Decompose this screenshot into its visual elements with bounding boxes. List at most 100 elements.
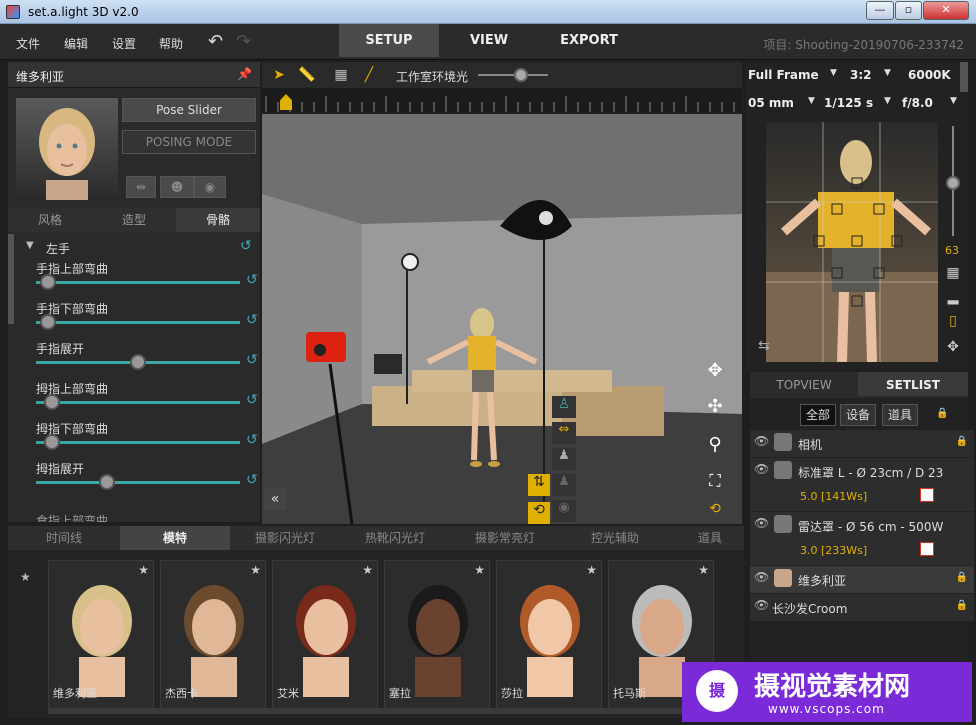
slider-knob[interactable] (130, 354, 146, 370)
favorite-star-icon[interactable]: ★ (250, 563, 261, 577)
3d-viewport[interactable]: ♙ ⇔ ♟ ♟ ◉ ⇅ ⟲ ✥ ✣ ⚲ ⛶ ⟲ « (262, 114, 742, 524)
rotate-icon[interactable]: ⟲ (528, 502, 550, 524)
power-value[interactable]: 3.0 [233Ws] (800, 544, 867, 557)
filter-equipment[interactable]: 设备 (840, 404, 876, 426)
pose-a-icon[interactable]: ☻ (160, 176, 194, 198)
mirror-pose-icon[interactable]: ⇹ (126, 176, 156, 198)
horizontal-scrollbar[interactable] (48, 708, 738, 714)
menu-file[interactable]: 文件 (16, 35, 40, 52)
slider-knob[interactable] (40, 314, 57, 330)
slider-knob[interactable] (44, 434, 61, 450)
filter-all[interactable]: 全部 (800, 404, 836, 426)
lock-icon[interactable]: 🔒 (956, 436, 968, 447)
pan-icon[interactable]: ✣ (704, 396, 726, 418)
favorite-star-icon[interactable]: ★ (138, 563, 149, 577)
dropdown-icon[interactable]: ▼ (884, 68, 891, 78)
model-card[interactable]: ★ 莎拉 (496, 560, 602, 710)
histogram-icon[interactable]: ▂ (942, 286, 964, 308)
dropdown-icon[interactable]: ▼ (830, 68, 837, 78)
tab-style[interactable]: 风格 (8, 208, 92, 232)
pose-b-icon[interactable]: ◉ (194, 176, 226, 198)
favorite-star-icon[interactable]: ★ (698, 563, 709, 577)
sensor-format[interactable]: Full Frame (748, 62, 819, 88)
grid-tool-icon[interactable]: ▦ (330, 64, 352, 86)
slider-track[interactable] (36, 481, 240, 484)
menu-edit[interactable]: 编辑 (64, 35, 88, 52)
favorite-star-icon[interactable]: ★ (362, 563, 373, 577)
dropdown-icon[interactable]: ▼ (884, 96, 891, 106)
tab-light-shapers[interactable]: 控光辅助 (560, 526, 670, 550)
minimize-button[interactable]: — (866, 1, 894, 20)
tab-studio-flash[interactable]: 摄影闪光灯 (230, 526, 340, 550)
slider-knob[interactable] (99, 474, 116, 490)
tab-setlist[interactable]: SETLIST (858, 372, 968, 396)
tab-export[interactable]: EXPORT (539, 24, 639, 57)
collapse-left-icon[interactable]: « (264, 488, 286, 510)
favorite-star-icon[interactable]: ★ (474, 563, 485, 577)
eye-icon[interactable]: 👁 (754, 434, 769, 448)
pin-icon[interactable]: 📌 (237, 67, 252, 81)
frame-ruler[interactable] (262, 88, 742, 112)
tab-view[interactable]: VIEW (439, 24, 539, 57)
reset-icon[interactable]: ↺ (240, 238, 252, 254)
power-value[interactable]: 5.0 [141Ws] (800, 490, 867, 503)
camera-view-icon[interactable]: ⟲ (704, 498, 726, 520)
aspect-ratio[interactable]: 3:2 (850, 62, 872, 88)
vertical-move-icon[interactable]: ⇅ (528, 474, 550, 496)
setlist-row-sofa[interactable]: 👁 长沙发Croom 🔒 (750, 594, 974, 622)
slider-track[interactable] (36, 401, 240, 404)
camera-move-icon[interactable]: ✥ (942, 336, 964, 358)
filter-props[interactable]: 道具 (882, 404, 918, 426)
scrollbar[interactable] (8, 234, 14, 324)
menu-settings[interactable]: 设置 (112, 35, 136, 52)
person-disabled-a-icon[interactable]: ♟ (552, 474, 576, 496)
favorites-star-icon[interactable]: ★ (20, 570, 31, 584)
select-tool-icon[interactable]: ➤ (268, 64, 290, 86)
slider-track[interactable] (36, 321, 240, 324)
fit-view-icon[interactable]: ⛶ (704, 470, 726, 492)
eye-icon[interactable]: 👁 (754, 570, 769, 584)
setlist-row-camera[interactable]: 👁 相机 🔒 (750, 430, 974, 458)
bone-slider-row[interactable]: 手指下部弯曲 ↺ (16, 300, 262, 340)
menu-help[interactable]: 帮助 (159, 35, 183, 52)
swap-icon[interactable]: ⇆ (758, 338, 770, 354)
reset-icon[interactable]: ↺ (246, 352, 258, 368)
person-disabled-b-icon[interactable]: ◉ (552, 500, 576, 522)
lock-icon[interactable]: 🔒 (936, 408, 948, 419)
bone-slider-row[interactable]: 拇指上部弯曲 ↺ (16, 380, 262, 420)
env-light-slider[interactable] (478, 74, 548, 76)
aperture[interactable]: f/8.0 (902, 90, 933, 116)
undo-icon[interactable]: ↶ (208, 31, 223, 52)
move-person-icon[interactable]: ♙ (552, 396, 576, 418)
disabled-icon[interactable] (920, 488, 934, 502)
line-tool-icon[interactable]: ╱ (358, 64, 380, 86)
tab-models[interactable]: 模特 (120, 526, 230, 550)
eye-icon[interactable]: 👁 (754, 598, 769, 612)
collapse-icon[interactable]: ▼ (26, 240, 34, 251)
posing-mode-button[interactable]: POSING MODE (122, 130, 256, 154)
scale-person-icon[interactable]: ⇔ (552, 422, 576, 444)
shutter-speed[interactable]: 1/125 s (824, 90, 873, 116)
reset-icon[interactable]: ↺ (246, 312, 258, 328)
tab-speedlight[interactable]: 热靴闪光灯 (340, 526, 450, 550)
measure-tool-icon[interactable]: 📏 (296, 64, 318, 86)
setlist-row-beauty-dish[interactable]: 👁 雷达罩 - Ø 56 cm - 500W 3.0 [233Ws] (750, 512, 974, 566)
bone-slider-row[interactable]: 手指展开 ↺ (16, 340, 262, 380)
disabled-icon[interactable] (920, 542, 934, 556)
slider-track[interactable] (36, 441, 240, 444)
zoom-icon[interactable]: ⚲ (704, 434, 726, 456)
tab-props[interactable]: 道具 (680, 526, 740, 550)
reset-icon[interactable]: ↺ (246, 392, 258, 408)
favorite-star-icon[interactable]: ★ (586, 563, 597, 577)
setlist-row-model[interactable]: 👁 维多利亚 🔒 (750, 566, 974, 594)
focal-length[interactable]: 05 mm (748, 90, 794, 116)
pose-slider-button[interactable]: Pose Slider (122, 98, 256, 122)
lock-icon[interactable]: 🔒 (956, 572, 968, 583)
scroll-handle[interactable] (960, 62, 968, 92)
exposure-knob[interactable] (946, 176, 960, 190)
dropdown-icon[interactable]: ▼ (950, 96, 957, 106)
camera-preview[interactable] (766, 122, 938, 362)
eye-icon[interactable]: 👁 (754, 516, 769, 530)
model-card[interactable]: ★ 维多利亚 (48, 560, 154, 710)
portrait-frame-icon[interactable]: ▯ (942, 310, 964, 332)
